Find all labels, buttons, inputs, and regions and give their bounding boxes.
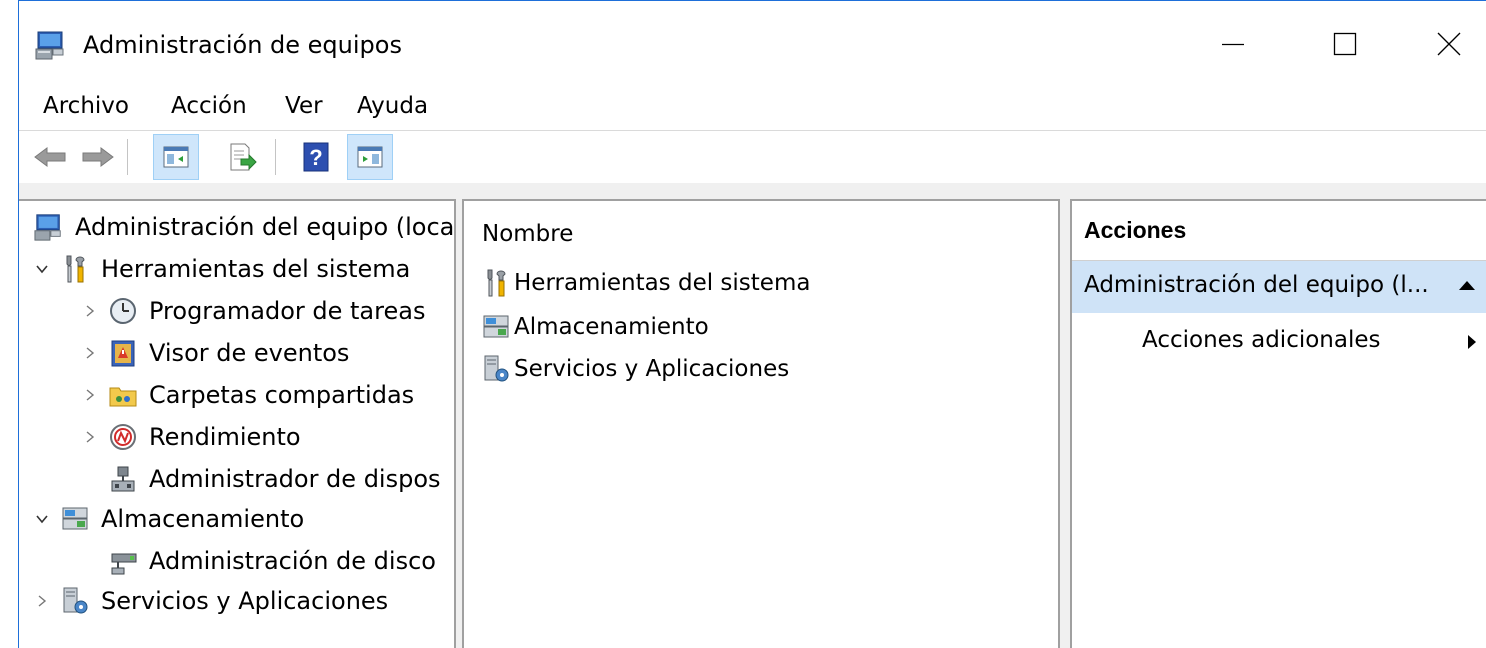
menu-bar: Archivo Acción Ver Ayuda [19,89,1486,129]
show-hide-console-tree-button[interactable] [153,134,199,180]
help-button[interactable]: ? [293,134,339,180]
tools-icon [59,253,91,285]
forward-arrow-icon [82,147,114,167]
computer-management-icon [33,211,65,243]
more-actions-item[interactable]: Acciones adicionales [1072,313,1486,365]
export-list-button[interactable] [219,134,265,180]
services-icon [59,585,91,617]
menu-archivo[interactable]: Archivo [43,93,129,119]
services-icon [480,353,512,385]
back-button[interactable] [27,134,73,180]
tree-item-visor[interactable]: Visor de eventos [81,333,349,373]
disk-management-icon [107,545,139,577]
tree-item-herramientas[interactable]: Herramientas del sistema [33,249,410,289]
minimize-icon [1222,43,1244,46]
storage-icon [59,503,91,535]
actions-section-computer-management[interactable]: Administración del equipo (l... [1072,261,1486,313]
chevron-right-icon[interactable] [33,592,51,610]
toolbar-separator [127,139,128,175]
console-tree-pane[interactable]: Administración del equipo (loca Herramie… [19,199,456,648]
tree-item-label: Rendimiento [149,423,301,451]
more-actions-label: Acciones adicionales [1142,327,1381,353]
actions-pane: Acciones Administración del equipo (l...… [1070,199,1486,648]
content-list-pane[interactable]: Nombre Herramientas del sistema Almacena… [462,199,1060,648]
help-icon: ? [303,142,329,172]
actions-section-label: Administración del equipo (l... [1084,272,1429,298]
collapse-up-icon[interactable] [1457,277,1477,296]
window-title: Administración de equipos [83,31,402,59]
shared-folders-icon [107,379,139,411]
tree-root-label: Administración del equipo (loca [75,213,455,241]
title-bar: Administración de equipos [19,1,1486,89]
chevron-down-icon[interactable] [33,510,51,528]
forward-button[interactable] [75,134,121,180]
tree-item-label: Administrador de dispos [149,465,441,493]
clock-icon [107,295,139,327]
list-item[interactable]: Herramientas del sistema [480,263,810,303]
tree-item-servicios[interactable]: Servicios y Aplicaciones [33,581,388,621]
tree-item-label: Servicios y Aplicaciones [101,587,389,615]
chevron-right-icon[interactable] [81,428,99,446]
actions-title: Acciones [1084,217,1187,243]
close-icon [1437,32,1461,56]
submenu-right-icon [1466,333,1478,355]
chevron-right-icon[interactable] [81,302,99,320]
maximize-button[interactable] [1309,17,1381,71]
device-manager-icon [107,463,139,495]
work-area: Administración del equipo (loca Herramie… [19,183,1486,648]
list-item[interactable]: Servicios y Aplicaciones [480,349,789,389]
tree-item-label: Administración de disco [149,547,436,575]
minimize-button[interactable] [1197,17,1269,71]
maximize-icon [1333,32,1357,56]
close-button[interactable] [1413,17,1485,71]
show-hide-console-tree-icon [163,146,189,168]
tree-item-administrador-dispositivos[interactable]: Administrador de dispos [107,459,441,499]
menu-ver[interactable]: Ver [285,93,323,119]
tree-item-carpetas[interactable]: Carpetas compartidas [81,375,414,415]
tree-item-programador[interactable]: Programador de tareas [81,291,425,331]
chevron-right-icon[interactable] [81,344,99,362]
toolbar-separator [275,139,276,175]
tree-item-rendimiento[interactable]: Rendimiento [81,417,301,457]
tree-item-almacenamiento[interactable]: Almacenamiento [33,499,304,539]
list-item-label: Herramientas del sistema [514,270,811,296]
svg-text:?: ? [309,145,322,170]
computer-management-icon [35,29,67,61]
chevron-down-icon[interactable] [33,260,51,278]
chevron-right-icon[interactable] [81,386,99,404]
menu-ayuda[interactable]: Ayuda [357,93,428,119]
tree-item-label: Visor de eventos [149,339,350,367]
list-item-label: Almacenamiento [514,314,709,340]
tree-item-label: Carpetas compartidas [149,381,415,409]
menu-accion[interactable]: Acción [171,93,247,119]
show-hide-action-pane-icon [357,146,383,168]
toolbar: ? [19,131,1486,183]
export-list-icon [230,143,257,171]
performance-icon [107,421,139,453]
tree-item-administracion-disco[interactable]: Administración de disco [107,541,436,581]
tools-icon [480,267,512,299]
computer-management-window: Administración de equipos Archivo Acción… [18,0,1486,648]
back-arrow-icon [34,147,66,167]
show-hide-action-pane-button[interactable] [347,134,393,180]
tree-item-label: Herramientas del sistema [101,255,411,283]
tree-item-label: Almacenamiento [101,505,305,533]
tree-root[interactable]: Administración del equipo (loca [33,207,454,247]
column-header-nombre[interactable]: Nombre [482,221,573,247]
list-item-label: Servicios y Aplicaciones [514,356,790,382]
event-viewer-icon [107,337,139,369]
list-item[interactable]: Almacenamiento [480,307,709,347]
actions-header: Acciones [1072,201,1486,261]
tree-item-label: Programador de tareas [149,297,426,325]
storage-icon [480,311,512,343]
